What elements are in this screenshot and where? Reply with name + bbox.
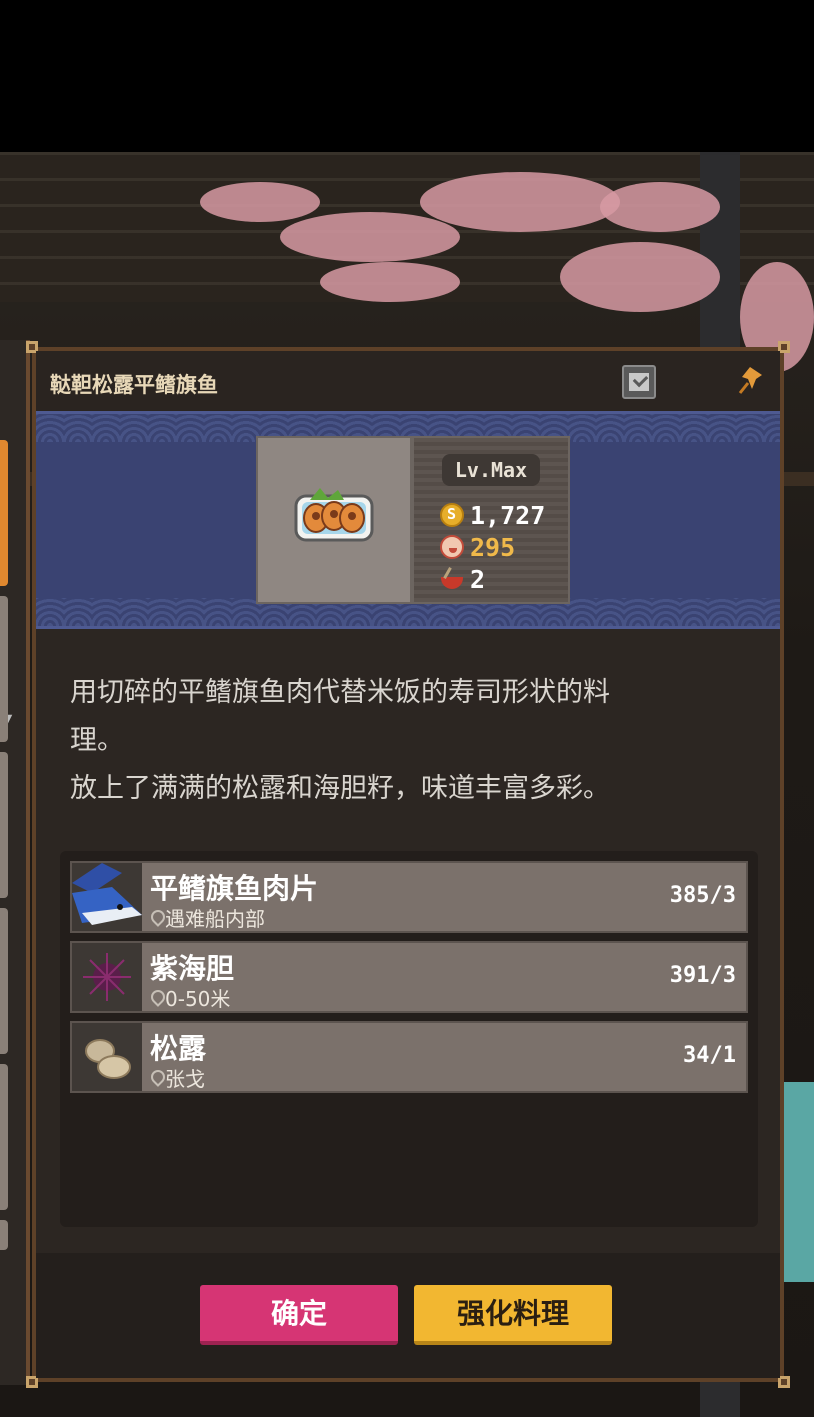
- dish-stats: Lv.Max 1,727 295 2: [412, 436, 570, 604]
- location-pin-icon: [150, 990, 162, 1006]
- ingredient-location: 张戈: [150, 1063, 205, 1092]
- ingredient-list: 平鳍旗鱼肉片 遇难船内部 385/3 紫海胆 0-50米 391/3 松露 张戈…: [60, 851, 758, 1227]
- side-tab[interactable]: [0, 908, 8, 1054]
- ingredient-count: 34/1: [683, 1043, 736, 1068]
- cherry-blossom: [560, 242, 720, 312]
- ingredient-location: 0-50米: [150, 983, 230, 1012]
- marlin-icon: [72, 863, 142, 931]
- servings-value: 2: [470, 564, 486, 594]
- cherry-blossom: [200, 182, 320, 222]
- level-badge: Lv.Max: [442, 454, 540, 486]
- ingredient-location: 遇难船内部: [150, 903, 265, 932]
- side-tab[interactable]: [0, 1064, 8, 1210]
- price-value: 1,727: [470, 500, 546, 530]
- location-text: 张戈: [165, 1067, 205, 1091]
- side-tab[interactable]: [0, 1220, 8, 1250]
- side-tab[interactable]: [0, 596, 8, 742]
- pin-icon[interactable]: [736, 365, 766, 395]
- description-line: 放上了满满的松露和海胆籽，味道丰富多彩。: [70, 773, 610, 804]
- ingredient-row[interactable]: 松露 张戈 34/1: [70, 1021, 748, 1093]
- recipe-dialog: 鞑靼松露平鳍旗鱼 Lv.Max S 1,727 295 2 用切碎的平鳍旗鱼肉代…: [26, 341, 790, 1388]
- recipe-description: 用切碎的平鳍旗鱼肉代替米饭的寿司形状的料 理。 放上了满满的松露和海胆籽，味道丰…: [70, 669, 750, 813]
- title-bar: 鞑靼松露平鳍旗鱼: [36, 351, 780, 411]
- cherry-blossom: [320, 262, 460, 302]
- dish-banner: Lv.Max 1,727 295 2: [36, 411, 780, 629]
- ingredient-name: 平鳍旗鱼肉片: [150, 872, 319, 905]
- cherry-blossom: [420, 172, 620, 232]
- taste-face-icon: [440, 535, 464, 559]
- cherry-blossom: [600, 182, 720, 232]
- ingredient-row[interactable]: 平鳍旗鱼肉片 遇难船内部 385/3: [70, 861, 748, 933]
- ingredient-name: 松露: [150, 1032, 207, 1065]
- description-line: 用切碎的平鳍旗鱼肉代替米饭的寿司形状的料: [70, 677, 610, 708]
- sushi-dish-icon: [294, 488, 374, 542]
- confirm-button[interactable]: 确定: [200, 1285, 398, 1345]
- taste-value: 295: [470, 532, 516, 562]
- location-pin-icon: [150, 1070, 162, 1086]
- dialog-footer: 确定 强化料理: [36, 1253, 780, 1378]
- side-tab[interactable]: [0, 440, 8, 586]
- sea-urchin-icon: [72, 943, 142, 1011]
- location-pin-icon: [150, 910, 162, 926]
- ingredient-row[interactable]: 紫海胆 0-50米 391/3: [70, 941, 748, 1013]
- location-text: 0-50米: [165, 987, 231, 1011]
- truffle-icon: [72, 1023, 142, 1091]
- side-tab-panel: ▼: [0, 340, 30, 1385]
- taste-stat: 295: [440, 532, 515, 562]
- price-stat: 1,727: [440, 500, 545, 530]
- checklist-icon[interactable]: [622, 365, 656, 399]
- recipe-title: 鞑靼松露平鳍旗鱼: [50, 374, 218, 397]
- dish-image-frame: [256, 436, 412, 604]
- enhance-dish-button[interactable]: 强化料理: [414, 1285, 612, 1345]
- ingredient-name: 紫海胆: [150, 952, 235, 985]
- ingredient-count: 385/3: [669, 883, 736, 908]
- servings-stat: 2: [440, 564, 485, 594]
- ingredient-count: 391/3: [669, 963, 736, 988]
- bowl-icon: [440, 567, 464, 591]
- location-text: 遇难船内部: [165, 907, 265, 931]
- side-tab[interactable]: [0, 752, 8, 898]
- cherry-blossom: [280, 212, 460, 262]
- coin-icon: [440, 503, 464, 527]
- description-line: 理。: [70, 725, 124, 756]
